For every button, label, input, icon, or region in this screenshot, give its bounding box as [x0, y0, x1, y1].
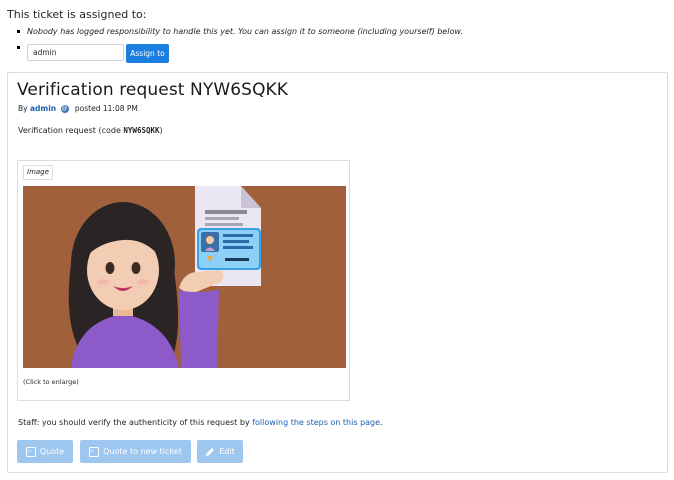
- attachment-box: Image (Click to enlarge): [17, 160, 350, 401]
- assigned-title: This ticket is assigned to:: [7, 8, 147, 21]
- nobody-assigned-note: Nobody has logged responsibility to hand…: [27, 27, 463, 36]
- body-suffix: ): [159, 126, 163, 135]
- click-to-enlarge-hint: (Click to enlarge): [23, 378, 79, 386]
- quote-button-label: Quote: [39, 447, 65, 456]
- author-link[interactable]: admin: [30, 104, 56, 113]
- image-label: Image: [23, 165, 53, 180]
- verification-image[interactable]: [23, 186, 346, 368]
- assign-row: Assign to: [17, 44, 463, 63]
- staff-note-prefix: Staff: you should verify the authenticit…: [18, 418, 253, 427]
- posted-time: posted 11:08 PM: [74, 104, 138, 113]
- svg-text:": ": [91, 449, 94, 456]
- quote-new-icon: ": [89, 446, 100, 457]
- quote-button[interactable]: " Quote: [17, 440, 73, 463]
- body-prefix: Verification request (code: [18, 126, 124, 135]
- ticket-byline: By admin @ posted 11:08 PM: [18, 104, 138, 113]
- verification-photo-illustration: [23, 186, 346, 368]
- verification-code: NYW6SQKK: [123, 126, 160, 135]
- ticket-card: Verification request NYW6SQKK By admin @…: [7, 72, 668, 473]
- quote-to-new-ticket-label: Quote to new ticket: [103, 447, 182, 456]
- svg-text:": ": [28, 449, 31, 456]
- assignee-input[interactable]: [27, 44, 124, 61]
- quote-icon: ": [25, 446, 36, 457]
- verification-steps-link[interactable]: following the steps on this page: [252, 418, 380, 427]
- pencil-icon: [206, 447, 215, 456]
- assign-to-button[interactable]: Assign to: [126, 44, 169, 63]
- staff-note-suffix: .: [380, 418, 383, 427]
- ticket-body: Verification request (code NYW6SQKK): [18, 126, 163, 135]
- edit-button-label: Edit: [219, 447, 235, 456]
- at-icon: @: [60, 105, 69, 113]
- staff-note: Staff: you should verify the authenticit…: [18, 418, 383, 427]
- ticket-title: Verification request NYW6SQKK: [17, 80, 289, 100]
- by-label: By: [18, 104, 28, 113]
- edit-button[interactable]: Edit: [197, 440, 243, 463]
- assignment-note-item: Nobody has logged responsibility to hand…: [17, 26, 463, 38]
- assignment-list: Nobody has logged responsibility to hand…: [17, 26, 463, 63]
- quote-to-new-ticket-button[interactable]: " Quote to new ticket: [80, 440, 191, 463]
